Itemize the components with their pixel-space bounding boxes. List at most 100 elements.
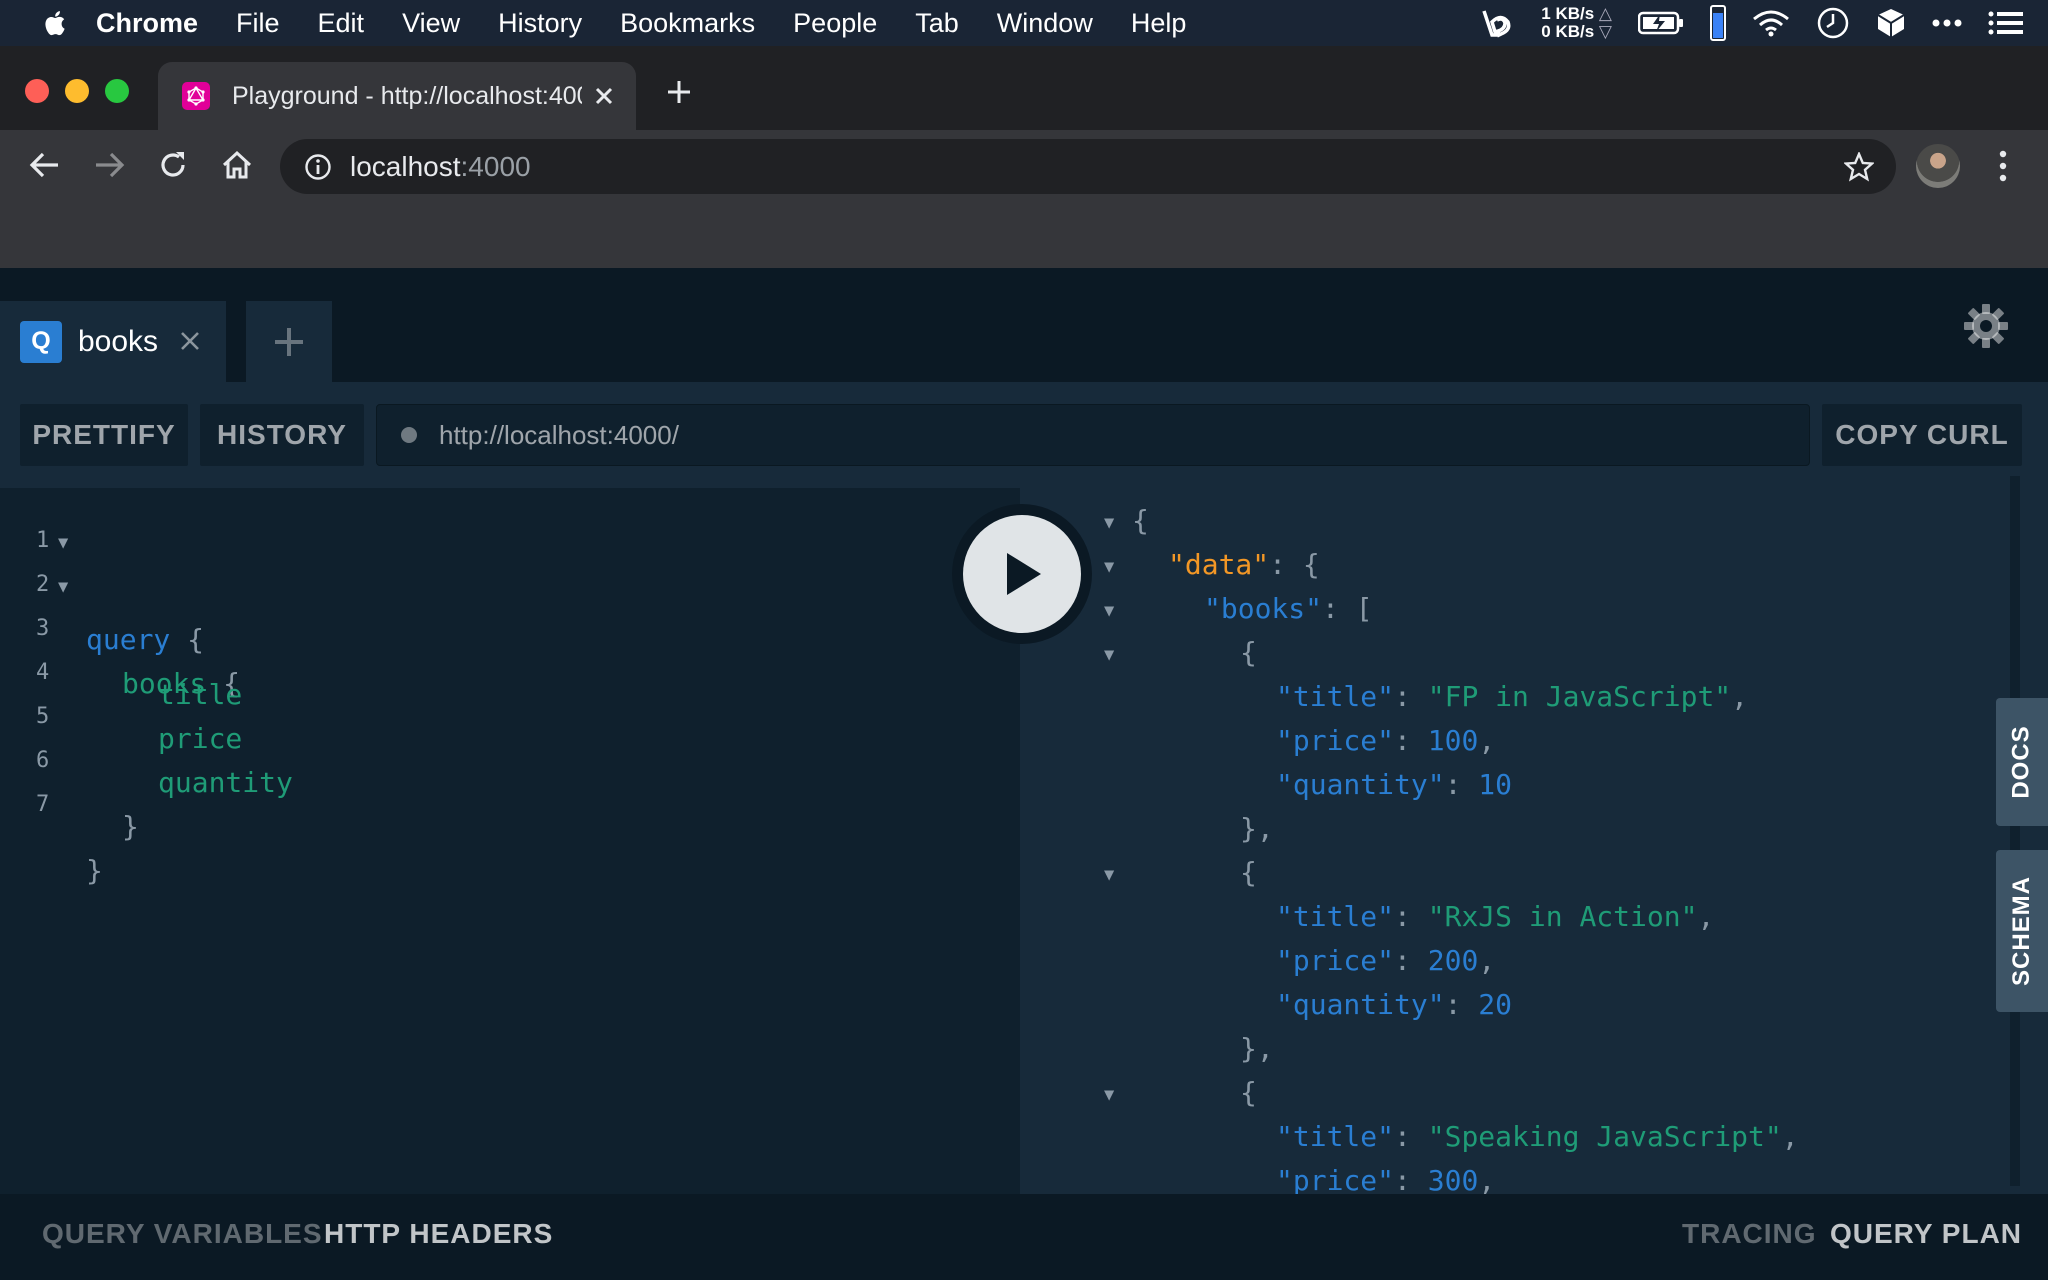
address-bar[interactable]: localhost:4000 — [280, 139, 1896, 194]
field-quantity: quantity — [158, 766, 293, 799]
book-price-value: 300 — [1427, 1164, 1479, 1194]
home-icon[interactable] — [220, 148, 254, 182]
url-host: localhost — [350, 150, 461, 182]
browser-tab-title: Playground - http://localhost:4000/ — [232, 81, 582, 110]
editor-line: 4 price — [0, 656, 242, 755]
fold-arrow-icon[interactable]: ▼ — [1104, 601, 1114, 621]
schema-side-tab[interactable]: SCHEMA — [1996, 850, 2048, 1012]
menu-tab[interactable]: Tab — [915, 8, 959, 39]
endpoint-url-input[interactable]: http://localhost:4000/ — [376, 404, 1810, 466]
docs-side-tab[interactable]: DOCS — [1996, 698, 2048, 826]
net-down-text: 0 KB/s — [1541, 22, 1595, 41]
playground-tabbar: Q books — [0, 268, 2048, 382]
history-button[interactable]: HISTORY — [200, 404, 364, 466]
macos-menubar: Chrome File Edit View History Bookmarks … — [0, 0, 2048, 46]
battery-level-icon[interactable] — [1710, 5, 1726, 41]
menu-edit[interactable]: Edit — [318, 8, 365, 39]
menu-chrome[interactable]: Chrome — [96, 8, 198, 39]
menu-people[interactable]: People — [793, 8, 877, 39]
execute-query-button[interactable] — [952, 504, 1092, 644]
new-tab-icon[interactable] — [666, 79, 692, 105]
book-price-value: 200 — [1427, 944, 1479, 977]
editor-line: 6 } — [0, 744, 139, 843]
browser-tab-playground[interactable]: Playground - http://localhost:4000/ — [158, 62, 636, 130]
reload-icon[interactable] — [156, 148, 190, 182]
net-up-text: 1 KB/s — [1541, 4, 1595, 23]
graphql-favicon-icon — [182, 82, 210, 110]
wifi-icon[interactable] — [1752, 9, 1790, 37]
docs-label: DOCS — [2008, 725, 2035, 799]
copy-curl-button[interactable]: COPY CURL — [1822, 404, 2022, 466]
box-app-icon[interactable] — [1876, 7, 1906, 39]
minimize-window-button[interactable] — [65, 79, 89, 103]
menu-file[interactable]: File — [236, 8, 280, 39]
close-query-tab-icon[interactable] — [176, 327, 204, 355]
book-title-value: "FP in JavaScript" — [1427, 680, 1732, 713]
fold-arrow-icon[interactable]: ▼ — [1104, 865, 1114, 885]
plus-icon — [275, 327, 303, 356]
editor-line: 7 } — [0, 788, 103, 887]
bookmark-bar — [0, 202, 2048, 269]
http-headers-tab[interactable]: HTTP HEADERS — [324, 1218, 553, 1250]
menu-bookmarks[interactable]: Bookmarks — [620, 8, 755, 39]
add-query-tab-button[interactable] — [246, 301, 332, 382]
browser-menu-icon[interactable] — [1995, 149, 2011, 183]
tracing-tab[interactable]: TRACING — [1682, 1218, 1817, 1250]
book-title-value: "Speaking JavaScript" — [1427, 1120, 1782, 1153]
site-info-icon[interactable] — [304, 153, 332, 181]
profile-avatar[interactable] — [1916, 144, 1960, 188]
title-key: "title" — [1276, 900, 1395, 933]
line-number: 4 — [36, 660, 50, 685]
close-tab-icon[interactable] — [590, 82, 618, 110]
play-icon — [1007, 553, 1041, 595]
quantity-key: "quantity" — [1276, 768, 1445, 801]
editor-line: 3 title — [0, 612, 242, 711]
title-key: "title" — [1276, 680, 1395, 713]
clock-icon[interactable] — [1816, 6, 1850, 40]
menu-view[interactable]: View — [402, 8, 460, 39]
field-price: price — [158, 722, 243, 755]
vd-app-icon[interactable] — [1481, 8, 1515, 38]
apple-logo-icon[interactable] — [42, 9, 66, 37]
close-brace: } — [86, 854, 103, 887]
fold-arrow-icon[interactable]: ▼ — [1104, 1085, 1114, 1105]
fold-arrow-icon[interactable]: ▼ — [1104, 513, 1114, 533]
fold-arrow-icon[interactable]: ▼ — [1104, 645, 1114, 665]
zoom-window-button[interactable] — [105, 79, 129, 103]
menu-history[interactable]: History — [498, 8, 582, 39]
line-number: 7 — [36, 792, 50, 817]
book-quantity-value: 10 — [1478, 768, 1513, 801]
settings-gear-icon[interactable] — [1962, 302, 2010, 350]
network-speed: 1 KB/s △ 0 KB/s ▽ — [1541, 4, 1612, 41]
line-number: 6 — [36, 748, 50, 773]
more-dots-icon[interactable] — [1932, 18, 1962, 28]
fold-arrow-icon[interactable]: ▼ — [1104, 557, 1114, 577]
result-viewer[interactable]: ▼{ ▼ "data": { ▼ "books": [ ▼{ "title": "F… — [1020, 488, 2010, 1194]
menu-help[interactable]: Help — [1131, 8, 1187, 39]
query-editor[interactable]: 1 ▼ query { 2 ▼ books { 3 title 4 price … — [0, 488, 1020, 1194]
fold-arrow-icon[interactable]: ▼ — [58, 533, 68, 553]
query-tab-books[interactable]: Q books — [0, 301, 226, 382]
field-title: title — [158, 678, 243, 711]
url-port: :4000 — [460, 150, 531, 182]
price-key: "price" — [1276, 724, 1395, 757]
query-plan-tab[interactable]: QUERY PLAN — [1830, 1218, 2022, 1250]
fold-arrow-icon[interactable]: ▼ — [58, 577, 68, 597]
query-variables-tab[interactable]: QUERY VARIABLES — [42, 1218, 323, 1250]
battery-icon[interactable] — [1638, 11, 1684, 35]
notification-list-icon[interactable] — [1988, 11, 2024, 35]
prettify-button[interactable]: PRETTIFY — [20, 404, 188, 466]
bookmark-star-icon[interactable] — [1844, 151, 1874, 182]
back-arrow-icon[interactable] — [28, 148, 62, 182]
playground-action-bar: PRETTIFY HISTORY http://localhost:4000/ … — [0, 382, 2048, 488]
close-window-button[interactable] — [25, 79, 49, 103]
editor-line: 2 ▼ books { — [0, 568, 240, 700]
data-key: "data" — [1168, 548, 1270, 581]
line-number: 3 — [36, 616, 50, 641]
menu-window[interactable]: Window — [997, 8, 1093, 39]
forward-arrow-icon[interactable] — [92, 148, 126, 182]
book-price-value: 100 — [1427, 724, 1479, 757]
result-scrollbar[interactable] — [2010, 476, 2020, 1186]
line-number: 1 — [36, 528, 50, 553]
editor-line: 1 ▼ query { — [0, 524, 204, 656]
